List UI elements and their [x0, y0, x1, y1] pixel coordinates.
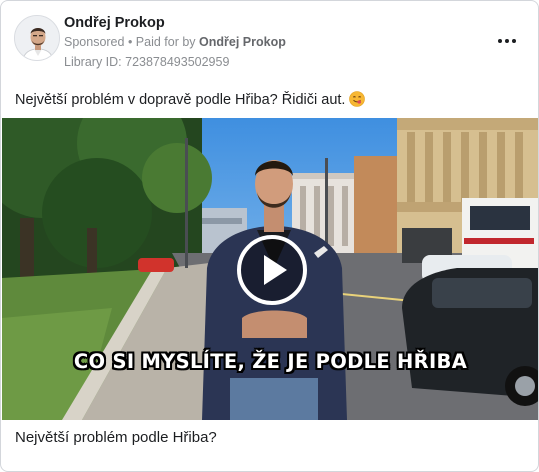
- avatar-portrait: [15, 16, 59, 60]
- paid-for-name[interactable]: Ondřej Prokop: [199, 35, 286, 49]
- paid-for-prefix: Paid for by: [135, 35, 200, 49]
- video-caption: CO SI MYSLÍTE, ŽE JE PODLE HŘIBA: [73, 350, 468, 373]
- more-options-icon[interactable]: [495, 31, 519, 51]
- avatar[interactable]: [14, 15, 60, 61]
- ad-card: Ondřej Prokop Sponsored • Paid for by On…: [0, 0, 539, 472]
- author-name[interactable]: Ondřej Prokop: [64, 15, 165, 31]
- sponsored-label[interactable]: Sponsored: [64, 35, 124, 49]
- post-text: Největší problém v dopravě podle Hřiba? …: [15, 91, 366, 108]
- face-savoring-food-emoji: [349, 91, 366, 107]
- video-player[interactable]: CO SI MYSLÍTE, ŽE JE PODLE HŘIBA: [2, 118, 538, 420]
- play-icon: [264, 255, 287, 285]
- library-id: Library ID: 723878493502959: [64, 55, 230, 69]
- ad-headline[interactable]: Největší problém podle Hřiba?: [15, 429, 217, 446]
- meta-separator: •: [124, 35, 136, 49]
- play-button[interactable]: [237, 235, 307, 305]
- ad-meta: Sponsored • Paid for by Ondřej Prokop: [64, 35, 286, 49]
- post-text-content: Největší problém v dopravě podle Hřiba? …: [15, 92, 346, 108]
